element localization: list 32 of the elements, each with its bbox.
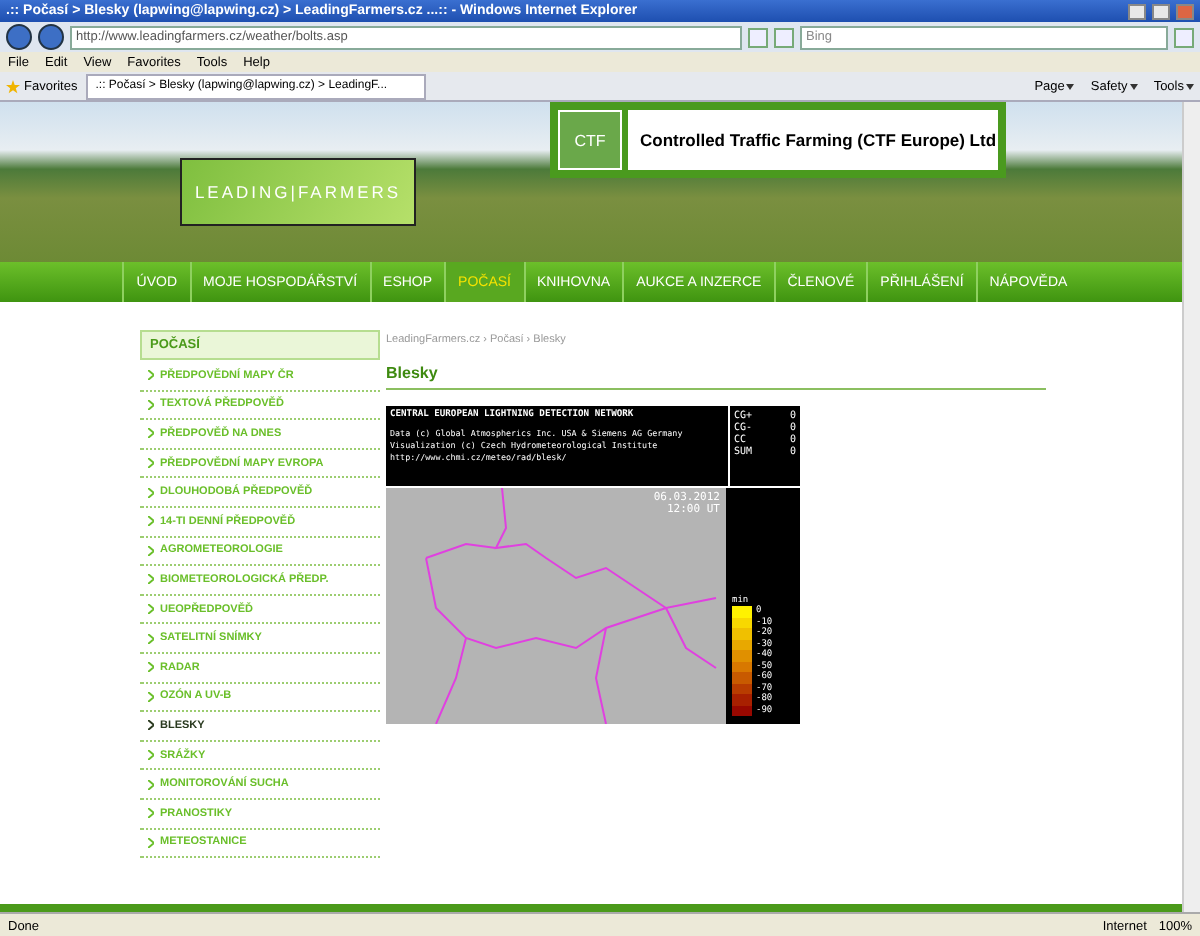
chevron-icon	[148, 720, 154, 731]
caret-icon	[1129, 83, 1138, 89]
caret-icon	[1066, 83, 1075, 89]
minimize-button[interactable]	[1128, 3, 1146, 19]
chevron-icon	[148, 750, 154, 761]
chevron-icon	[148, 808, 154, 819]
chevron-icon	[148, 399, 154, 410]
caret-icon	[1186, 83, 1194, 89]
chevron-icon	[148, 633, 154, 644]
scrollbar[interactable]	[1182, 102, 1200, 912]
chevron-icon	[148, 837, 154, 848]
ctf-banner[interactable]: CTF Controlled Traffic Farming (CTF Europe) Ltd	[550, 102, 1006, 178]
back-button[interactable]	[6, 24, 32, 50]
maximize-button[interactable]	[1152, 3, 1170, 19]
chevron-icon	[148, 370, 154, 381]
banner-text: Controlled Traffic Farming (CTF Europe) Ltd	[628, 110, 998, 170]
chevron-icon	[148, 604, 154, 615]
chevron-icon	[148, 662, 154, 673]
chevron-icon	[148, 574, 154, 585]
close-button[interactable]	[1176, 3, 1194, 19]
chevron-icon	[148, 428, 154, 439]
site-logo[interactable]: LEADING|FARMERS	[180, 158, 416, 226]
chevron-icon	[148, 545, 154, 556]
chevron-icon	[148, 516, 154, 527]
forward-button[interactable]	[38, 24, 64, 50]
chevron-icon	[148, 487, 154, 498]
page-heading: Blesky	[386, 364, 1046, 390]
chevron-icon	[148, 779, 154, 790]
ctf-logo: CTF	[558, 110, 622, 170]
star-icon	[6, 79, 20, 93]
chevron-icon	[148, 458, 154, 469]
chevron-icon	[148, 691, 154, 702]
